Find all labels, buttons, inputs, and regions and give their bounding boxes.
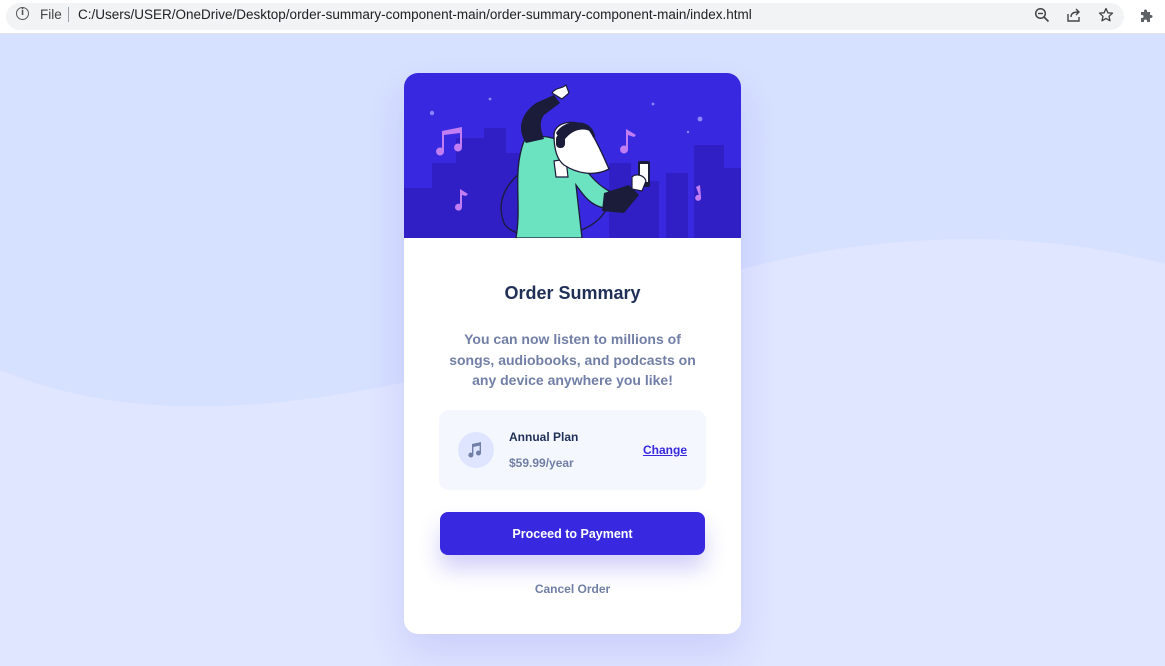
proceed-to-payment-button[interactable]: Proceed to Payment <box>440 512 705 555</box>
plan-price: $59.99/year <box>509 456 574 470</box>
music-note-icon <box>468 442 482 458</box>
url-separator <box>68 7 69 22</box>
share-icon[interactable] <box>1066 7 1082 23</box>
info-icon[interactable]: i <box>16 7 29 20</box>
card-title: Order Summary <box>504 283 641 303</box>
url-text[interactable]: C:/Users/USER/OneDrive/Desktop/order-sum… <box>78 7 752 22</box>
extensions-icon[interactable] <box>1138 8 1154 24</box>
card-description: You can now listen to millions of songs,… <box>449 331 696 388</box>
browser-address-bar: i File C:/Users/USER/OneDrive/Desktop/or… <box>0 0 1165 34</box>
plan-box: Annual Plan $59.99/year Change <box>439 410 706 490</box>
zoom-icon[interactable] <box>1034 7 1050 23</box>
change-plan-link[interactable]: Change <box>643 443 687 457</box>
plan-icon-circle <box>458 432 494 468</box>
url-scheme-label: File <box>40 7 62 22</box>
cancel-order-button[interactable]: Cancel Order <box>404 582 741 596</box>
plan-name: Annual Plan <box>509 430 579 444</box>
page-background: Order Summary You can now listen to mill… <box>0 34 1165 666</box>
music-listener-illustration <box>404 73 741 238</box>
order-summary-card: Order Summary You can now listen to mill… <box>404 73 741 634</box>
star-icon[interactable] <box>1098 7 1114 23</box>
